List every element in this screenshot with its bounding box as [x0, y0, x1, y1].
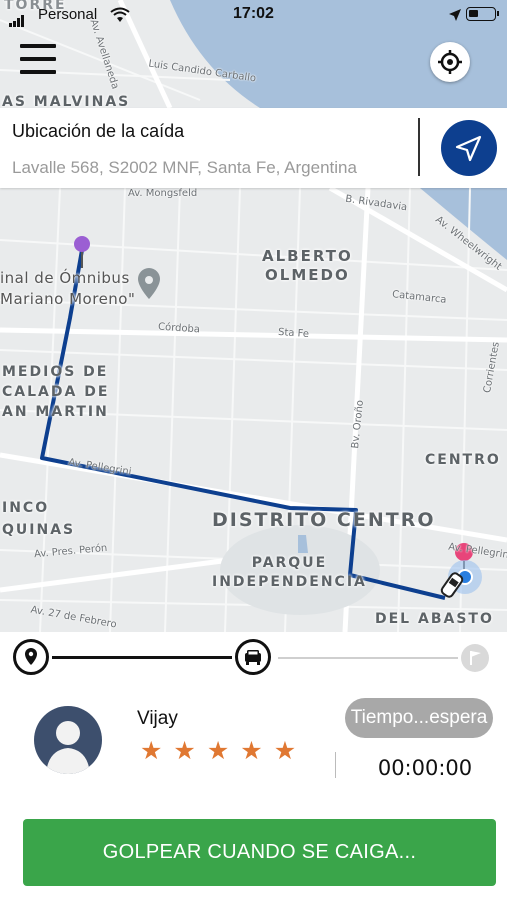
divider [418, 118, 420, 176]
wait-time-button[interactable]: Tiempo...espera [345, 698, 493, 738]
progress-line-completed [52, 656, 232, 659]
location-arrow-icon [449, 9, 461, 21]
status-bar: Personal 17:02 [0, 0, 507, 30]
drop-location-address[interactable]: Lavalle 568, S2002 MNF, Santa Fe, Argent… [12, 158, 357, 178]
pickup-pin [74, 236, 90, 252]
progress-current [235, 639, 271, 675]
map-label-alberto-olmedo: ALBERTO OLMEDO [262, 247, 353, 284]
star-icon: ★ [140, 736, 163, 765]
navigate-button[interactable] [441, 120, 497, 176]
star-icon: ★ [273, 736, 297, 765]
driver-rating: ★ ★ ★ ★ ★ [140, 736, 307, 765]
menu-button[interactable] [20, 44, 56, 78]
hamburger-icon [20, 44, 56, 48]
star-icon: ★ [173, 736, 196, 765]
progress-start [13, 639, 49, 675]
map-label-remedios: MEDIOS DE CALADA DE AN MARTIN [2, 364, 110, 420]
street-mongsfeld: Av. Mongsfeld [128, 188, 198, 199]
progress-end [461, 644, 489, 672]
clock: 17:02 [233, 5, 274, 22]
map-label-cinco-esquinas: INCO QUINAS [2, 500, 76, 538]
recenter-button[interactable] [430, 42, 470, 82]
street-sta-fe: Sta Fe [277, 326, 310, 341]
star-icon: ★ [240, 736, 263, 765]
flag-icon [470, 651, 481, 665]
progress-line-remaining [278, 657, 458, 659]
paper-plane-icon [455, 135, 482, 162]
driver-name: Vijay [137, 708, 178, 729]
map-label-del-abasto: DEL ABASTO [375, 611, 494, 627]
wait-timer: 00:00:00 [377, 756, 473, 780]
crosshair-icon [438, 50, 462, 74]
map-label-distrito-centro: DISTRITO CENTRO [212, 509, 436, 531]
star-icon: ★ [206, 736, 230, 765]
divider [335, 752, 336, 778]
drop-location-card[interactable]: Ubicación de la caída Lavalle 568, S2002… [0, 108, 507, 188]
battery-icon [466, 7, 499, 21]
avatar [34, 706, 102, 774]
map-label-parque: PARQUE INDEPENDENCIA [212, 555, 367, 590]
user-silhouette-icon [46, 721, 90, 774]
trip-progress [0, 632, 507, 684]
map-label-terminal: inal de Ómnibus Mariano Moreno" [0, 269, 136, 308]
map-label-centro: CENTRO [425, 452, 501, 468]
car-icon [245, 650, 261, 665]
driver-panel: Vijay ★ ★ ★ ★ ★ Tiempo...espera 00:00:00 GOL… [0, 684, 507, 900]
location-pin-icon [25, 648, 37, 665]
drop-location-title: Ubicación de la caída [12, 121, 185, 141]
drop-action-button[interactable]: GOLPEAR CUANDO SE CAIGA... [23, 819, 496, 886]
map-view[interactable]: TORRE AS MALVINAS Av. Avellaneda Luis Ca… [0, 0, 507, 632]
